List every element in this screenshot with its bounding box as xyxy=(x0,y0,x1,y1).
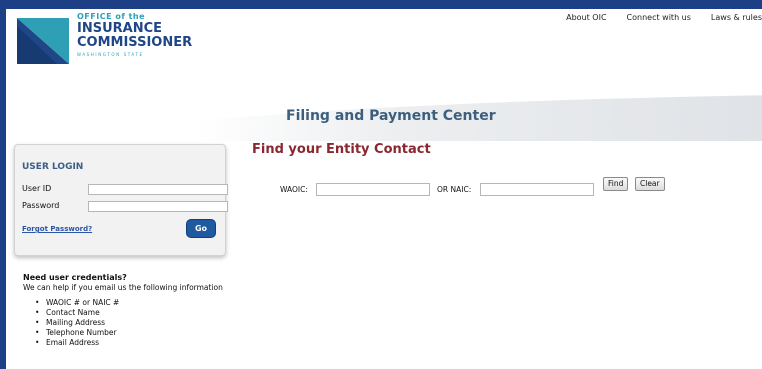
list-item: Email Address xyxy=(35,338,223,348)
list-item: Telephone Number xyxy=(35,328,223,338)
waoic-input[interactable] xyxy=(316,183,430,196)
list-item: WAOIC # or NAIC # xyxy=(35,298,223,308)
logo-mark-icon xyxy=(17,18,69,64)
password-input[interactable] xyxy=(88,201,228,212)
credentials-list: WAOIC # or NAIC # Contact Name Mailing A… xyxy=(23,298,223,348)
clear-button[interactable]: Clear xyxy=(635,177,665,191)
credentials-info: Need user credentials? We can help if yo… xyxy=(23,273,223,348)
forgot-password-link[interactable]: Forgot Password? xyxy=(22,225,92,233)
find-button[interactable]: Find xyxy=(603,177,629,191)
list-item: Contact Name xyxy=(35,308,223,318)
oic-logo[interactable]: OFFICE of the INSURANCE COMMISSIONER WAS… xyxy=(17,12,192,70)
naic-input[interactable] xyxy=(480,183,594,196)
logo-text: OFFICE of the INSURANCE COMMISSIONER WAS… xyxy=(77,12,192,57)
login-title: USER LOGIN xyxy=(22,162,84,172)
waoic-label: WAOIC: xyxy=(280,185,308,194)
password-label: Password xyxy=(22,201,60,210)
user-id-input[interactable] xyxy=(88,184,228,195)
naic-label: OR NAIC: xyxy=(437,185,472,194)
logo-line-2: INSURANCE xyxy=(77,21,163,36)
login-box: USER LOGIN User ID Password Forgot Passw… xyxy=(14,144,228,256)
page-title: Find your Entity Contact xyxy=(252,142,431,157)
nav-connect-with-us[interactable]: Connect with us xyxy=(627,13,691,22)
logo-line-4: WASHINGTON STATE xyxy=(77,52,144,57)
credentials-text: We can help if you email us the followin… xyxy=(23,283,223,292)
list-item: Mailing Address xyxy=(35,318,223,328)
entity-search-form: WAOIC: OR NAIC: Find Clear xyxy=(280,177,710,201)
nav-laws-rules[interactable]: Laws & rules xyxy=(711,13,762,22)
user-id-label: User ID xyxy=(22,184,52,193)
top-nav: About OIC Connect with us Laws & rules xyxy=(546,13,762,22)
banner-title: Filing and Payment Center xyxy=(286,108,496,124)
nav-about-oic[interactable]: About OIC xyxy=(566,13,606,22)
credentials-title: Need user credentials? xyxy=(23,273,127,282)
go-button[interactable]: Go xyxy=(186,219,216,238)
logo-line-3: COMMISSIONER xyxy=(77,35,193,50)
page: OFFICE of the INSURANCE COMMISSIONER WAS… xyxy=(6,9,762,369)
